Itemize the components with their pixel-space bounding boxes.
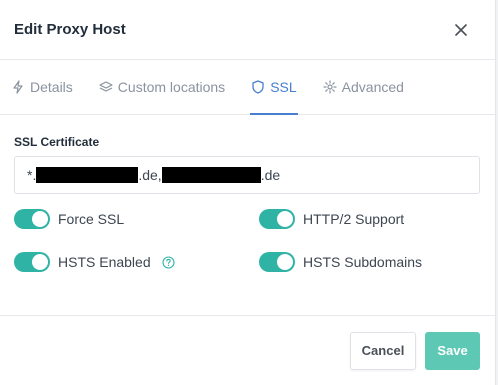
force-ssl-option: Force SSL [14,209,259,229]
hsts-enabled-option: HSTS Enabled [14,252,259,272]
modal-title: Edit Proxy Host [14,21,126,38]
toggle-label: HTTP/2 Support [303,211,405,227]
tab-ssl[interactable]: SSL [250,60,299,115]
certificate-text-part: .de [260,167,281,183]
gear-icon [323,80,337,94]
toggle-label: Force SSL [58,211,125,227]
ssl-certificate-select[interactable]: *. .de, .de [14,156,480,194]
cancel-button[interactable]: Cancel [350,331,416,370]
ssl-tab-content: SSL Certificate *. .de, .de Force SSL HT… [0,115,495,272]
tab-label: Advanced [341,79,404,95]
hsts-enabled-toggle[interactable] [14,252,50,272]
edit-proxy-host-modal: Edit Proxy Host Details Custom locations… [0,0,496,385]
close-button[interactable] [449,18,473,42]
force-ssl-toggle[interactable] [14,209,50,229]
http2-support-option: HTTP/2 Support [259,209,480,229]
redacted-domain [161,167,261,183]
tab-details[interactable]: Details [10,60,74,114]
redacted-domain [36,167,139,183]
toggle-knob [277,211,293,227]
modal-header: Edit Proxy Host [0,0,495,60]
tab-advanced[interactable]: Advanced [322,60,405,114]
tab-bar: Details Custom locations SSL Advanced [0,60,495,115]
modal-footer: Cancel Save [0,315,495,385]
tab-custom-locations[interactable]: Custom locations [98,60,226,114]
help-circle-icon[interactable] [162,255,175,269]
tab-label: Details [30,79,73,95]
certificate-text-part: .de, [138,167,162,183]
toggle-knob [32,211,48,227]
toggle-knob [32,254,48,270]
layers-icon [99,80,113,94]
ssl-certificate-label: SSL Certificate [14,135,100,149]
http2-support-toggle[interactable] [259,209,295,229]
bolt-icon [11,80,25,94]
hsts-subdomains-toggle[interactable] [259,252,295,272]
toggle-label: HSTS Enabled [58,254,151,270]
tab-label: Custom locations [117,79,226,95]
tab-label: SSL [270,79,297,95]
hsts-subdomains-option: HSTS Subdomains [259,252,480,272]
save-button[interactable]: Save [425,331,480,370]
shield-icon [251,80,265,94]
toggle-label: HSTS Subdomains [303,254,423,270]
toggle-knob [277,254,293,270]
close-icon [455,23,467,36]
ssl-options: Force SSL HTTP/2 Support HSTS Enabled HS… [14,209,481,272]
certificate-text-part: *. [27,167,37,183]
